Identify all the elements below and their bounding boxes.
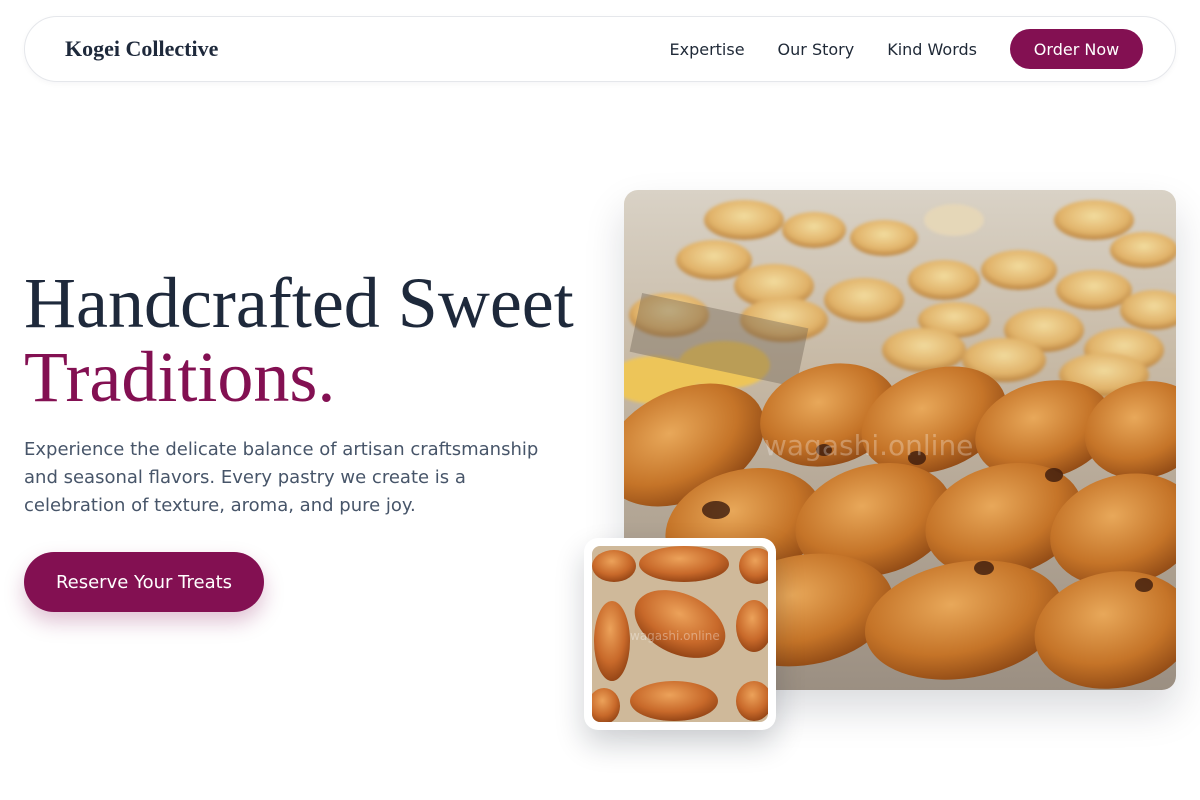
nav-links: Expertise Our Story Kind Words Order Now: [669, 29, 1143, 69]
main-photo-watermark: wagashi.online: [764, 429, 973, 462]
hero-title-accent: Traditions.: [24, 337, 336, 417]
order-now-button[interactable]: Order Now: [1010, 29, 1143, 69]
hero-title-line1: Handcrafted Sweet: [24, 263, 574, 343]
nav-link-expertise[interactable]: Expertise: [669, 40, 744, 59]
croissant-inset-card: wagashi.online: [584, 538, 776, 730]
hero-title: Handcrafted Sweet Traditions.: [24, 266, 574, 414]
nav-link-our-story[interactable]: Our Story: [778, 40, 855, 59]
hero-description: Experience the delicate balance of artis…: [24, 439, 539, 516]
reserve-treats-button[interactable]: Reserve Your Treats: [24, 552, 264, 612]
croissant-photo: wagashi.online: [592, 546, 768, 722]
top-navbar: Kogei Collective Expertise Our Story Kin…: [24, 16, 1176, 82]
brand-logo[interactable]: Kogei Collective: [65, 36, 218, 62]
inset-photo-watermark: wagashi.online: [630, 629, 720, 643]
nav-link-kind-words[interactable]: Kind Words: [887, 40, 977, 59]
